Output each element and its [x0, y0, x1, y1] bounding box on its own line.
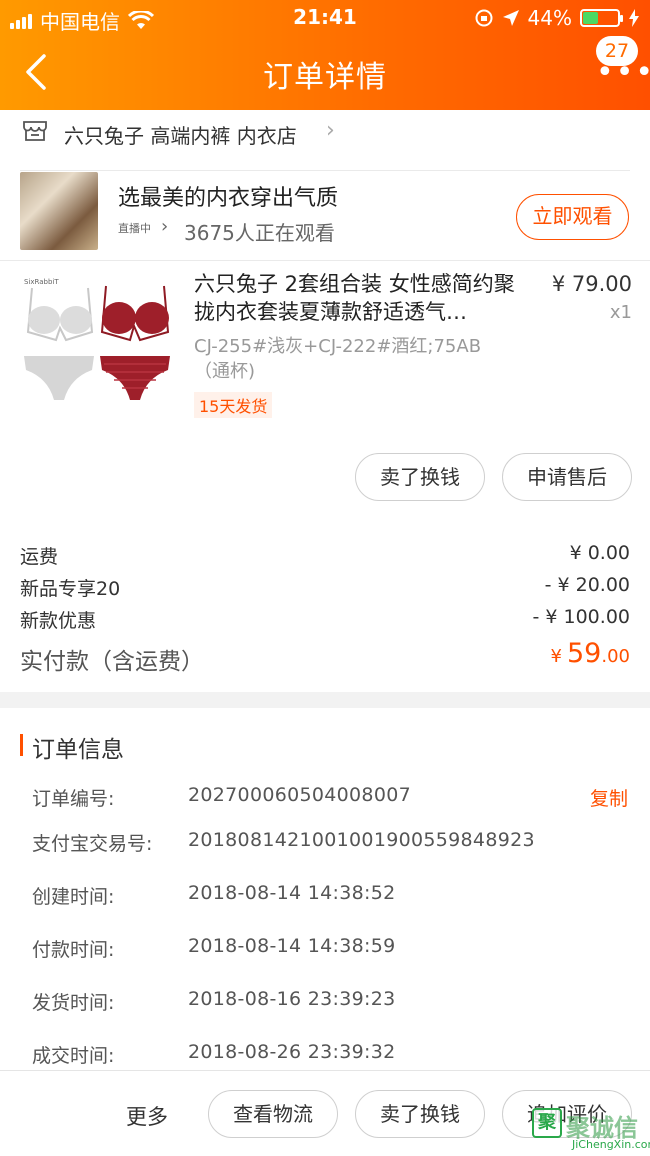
sell-for-cash-button[interactable]: 卖了换钱 — [355, 1090, 485, 1138]
product-quantity: x1 — [609, 302, 632, 323]
info-value: 2018-08-16 23:39:23 — [188, 988, 396, 1010]
created-time-row: 创建时间: 2018-08-14 14:38:52 — [0, 880, 650, 910]
status-bar: 中国电信 21:41 44% — [0, 0, 650, 36]
watch-now-button[interactable]: 立即观看 — [516, 194, 629, 240]
info-label: 成交时间: — [32, 1045, 115, 1067]
order-number-row: 订单编号: 202700060504008007 复制 — [0, 782, 650, 812]
fee-label: 新品专享20 — [20, 578, 121, 600]
divider — [20, 170, 630, 171]
watermark-url: JiChengXin.com — [572, 1138, 650, 1151]
info-label: 发货时间: — [32, 992, 115, 1014]
live-title: 选最美的内衣穿出气质 — [118, 186, 339, 211]
ship-time-tag: 15天发货 — [194, 392, 273, 418]
live-thumbnail — [20, 172, 98, 250]
info-value: 2018-08-14 14:38:52 — [188, 882, 396, 904]
watermark-logo: 聚 — [532, 1108, 562, 1138]
info-label: 付款时间: — [32, 939, 115, 961]
actual-payment-row: 实付款（含运费） ¥ 59.00 — [0, 638, 650, 678]
fee-value: - ¥ 100.00 — [532, 606, 630, 628]
location-icon — [502, 10, 519, 26]
fee-value: ¥ 0.00 — [569, 542, 630, 564]
product-price: ¥ 79.00 — [551, 272, 632, 296]
sell-for-cash-button[interactable]: 卖了换钱 — [355, 453, 485, 501]
fee-row-discount: 新款优惠 - ¥ 100.00 — [0, 604, 650, 634]
shop-icon — [23, 121, 47, 141]
copy-order-number-button[interactable]: 复制 — [590, 784, 628, 811]
charging-icon — [629, 9, 639, 27]
apply-after-sales-button[interactable]: 申请售后 — [502, 453, 632, 501]
product-sku: CJ-255#浅灰+CJ-222#酒红;75AB（通杯) — [194, 336, 482, 382]
rotation-lock-icon — [475, 9, 493, 27]
alipay-number-row: 支付宝交易号: 2018081421001001900559848923 — [0, 827, 650, 857]
payment-currency: ¥ — [550, 646, 562, 667]
battery-percent: 44% — [527, 6, 572, 30]
battery-icon — [580, 9, 623, 27]
order-card: 六只兔子 高端内裤 内衣店 › 选最美的内衣穿出气质 直播中 › 3675人正在… — [0, 110, 650, 692]
product-title: 六只兔子 2套组合装 女性感简约聚拢内衣套装夏薄款舒适透气… — [194, 272, 515, 324]
payment-integer: 59 — [567, 638, 602, 669]
info-label: 支付宝交易号: — [32, 833, 153, 855]
info-value: 2018-08-14 14:38:59 — [188, 935, 396, 957]
shipped-time-row: 发货时间: 2018-08-16 23:39:23 — [0, 986, 650, 1016]
info-value: 2018081421001001900559848923 — [188, 829, 535, 851]
fee-value: - ¥ 20.00 — [544, 574, 630, 596]
actual-payment-value: ¥ 59.00 — [550, 638, 630, 669]
message-badge[interactable]: 27 — [596, 36, 638, 66]
chevron-right-icon: › — [326, 118, 335, 143]
shop-name: 六只兔子 高端内裤 内衣店 — [64, 124, 297, 148]
page-title: 订单详情 — [263, 60, 387, 95]
header: 中国电信 21:41 44% 订单详情 ••• 27 — [0, 0, 650, 110]
section-accent-bar — [20, 734, 23, 756]
more-button[interactable]: 更多 — [126, 1101, 168, 1131]
order-info-title: 订单信息 — [32, 737, 124, 763]
info-label: 创建时间: — [32, 886, 115, 908]
view-logistics-button[interactable]: 查看物流 — [208, 1090, 338, 1138]
completed-time-row: 成交时间: 2018-08-26 23:39:32 — [0, 1039, 650, 1069]
watermark: 聚 聚诚信 JiChengXin.com — [532, 1108, 650, 1154]
payment-decimal: .00 — [601, 646, 630, 667]
product-row[interactable]: SixRabbiT 六只兔子 2套组合装 女性感简约聚拢内衣套装夏薄款舒适透气…… — [0, 260, 650, 420]
info-value: 202700060504008007 — [188, 784, 411, 806]
paid-time-row: 付款时间: 2018-08-14 14:38:59 — [0, 933, 650, 963]
actual-payment-label: 实付款（含运费） — [20, 649, 204, 675]
live-tag: 直播中 — [118, 222, 151, 235]
info-label: 订单编号: — [32, 788, 115, 810]
chevron-right-icon: › — [161, 216, 169, 237]
fee-label: 新款优惠 — [20, 610, 97, 632]
shop-row[interactable]: 六只兔子 高端内裤 内衣店 › — [0, 110, 650, 154]
product-image: SixRabbiT — [18, 270, 174, 420]
product-brand-mark: SixRabbiT — [24, 278, 59, 286]
live-watch-count: 3675人正在观看 — [184, 221, 335, 245]
fee-row-new-product: 新品专享20 - ¥ 20.00 — [0, 572, 650, 602]
order-info-card: 订单信息 订单编号: 202700060504008007 复制 支付宝交易号:… — [0, 708, 650, 1078]
fee-label: 运费 — [20, 546, 59, 568]
info-value: 2018-08-26 23:39:32 — [188, 1041, 396, 1063]
fee-row-shipping: 运费 ¥ 0.00 — [0, 540, 650, 570]
